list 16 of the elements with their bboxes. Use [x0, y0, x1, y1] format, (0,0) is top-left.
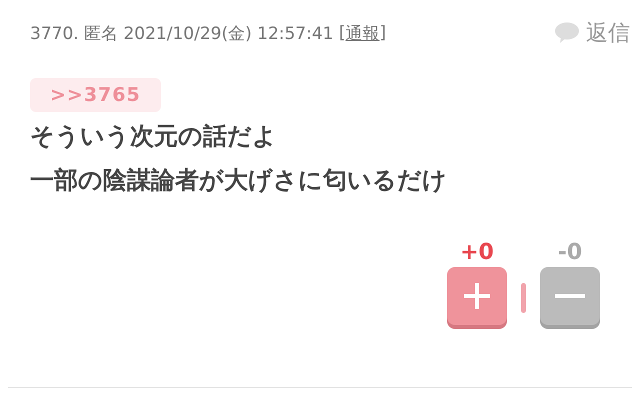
post-text: そういう次元の話だよ: [30, 121, 278, 152]
post-text: 一部の陰謀論者が大げさに匂いるだけ: [30, 165, 448, 196]
anchor-link[interactable]: >>3765: [30, 78, 161, 112]
bracket: ]: [380, 23, 386, 43]
plus-button[interactable]: [447, 267, 507, 325]
plus-icon: [463, 282, 491, 310]
speech-bubble-icon: [554, 22, 580, 44]
minus-count: -0: [558, 240, 582, 265]
plus-count: +0: [460, 240, 494, 265]
minus-icon: [555, 293, 585, 299]
post-meta: 3770. 匿名 2021/10/29(金) 12:57:41: [30, 22, 334, 44]
reply-button[interactable]: 返信: [554, 18, 630, 48]
report-link[interactable]: 通報: [346, 22, 380, 44]
minus-button[interactable]: [540, 267, 600, 325]
ratio-bar: [521, 283, 526, 313]
bracket: [: [338, 23, 346, 43]
